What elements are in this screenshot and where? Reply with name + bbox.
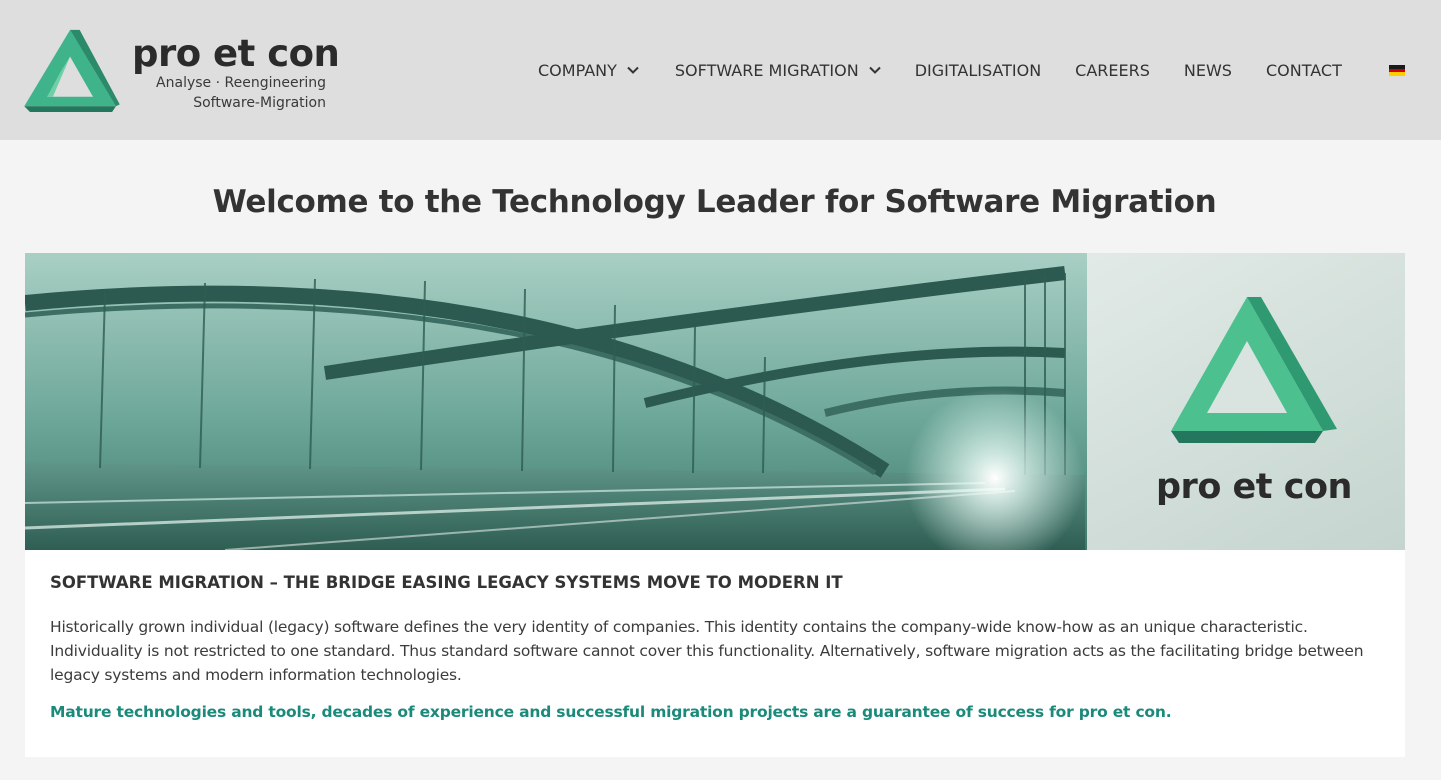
- german-flag-icon[interactable]: [1389, 65, 1405, 77]
- nav-item-label: SOFTWARE MIGRATION: [674, 60, 859, 80]
- nav-item-company[interactable]: COMPANY: [538, 61, 641, 80]
- section-heading: SOFTWARE MIGRATION – THE BRIDGE EASING L…: [50, 573, 843, 592]
- site-logo[interactable]: pro et con Analyse · Reengineering Softw…: [24, 28, 340, 114]
- nav-item-label: NEWS: [1183, 60, 1232, 80]
- nav-item-careers[interactable]: CAREERS: [1075, 61, 1150, 80]
- nav-item-label: CONTACT: [1265, 60, 1342, 80]
- page-title: Welcome to the Technology Leader for Sof…: [212, 184, 1217, 220]
- triangle-logo-icon: [24, 29, 120, 112]
- site-header: pro et con Analyse · Reengineering Softw…: [0, 0, 1441, 140]
- hero-banner-image: pro et con: [25, 253, 1405, 550]
- main-navigation: COMPANY SOFTWARE MIGRATION DIGITALISATIO…: [538, 52, 1342, 88]
- highlight-paragraph: Mature technologies and tools, decades o…: [50, 703, 1172, 721]
- nav-item-digitalisation[interactable]: DIGITALISATION: [915, 61, 1041, 80]
- nav-item-contact[interactable]: CONTACT: [1266, 61, 1342, 80]
- content-card: pro et con SOFTWARE MIGRATION – THE BRID…: [25, 253, 1405, 757]
- logo-tagline-1: Analyse · Reengineering: [156, 75, 326, 91]
- logo-wordmark: pro et con: [132, 32, 340, 75]
- hero-logo-text: pro et con: [1156, 467, 1352, 507]
- nav-item-label: CAREERS: [1075, 60, 1150, 80]
- nav-item-software-migration[interactable]: SOFTWARE MIGRATION: [675, 61, 883, 80]
- nav-item-label: DIGITALISATION: [914, 60, 1042, 80]
- chevron-down-icon: [868, 66, 881, 74]
- nav-item-label: COMPANY: [538, 60, 617, 80]
- chevron-down-icon: [627, 66, 639, 74]
- intro-paragraph: Historically grown individual (legacy) s…: [50, 618, 1364, 684]
- nav-item-news[interactable]: NEWS: [1184, 61, 1232, 80]
- logo-tagline-2: Software-Migration: [193, 95, 326, 111]
